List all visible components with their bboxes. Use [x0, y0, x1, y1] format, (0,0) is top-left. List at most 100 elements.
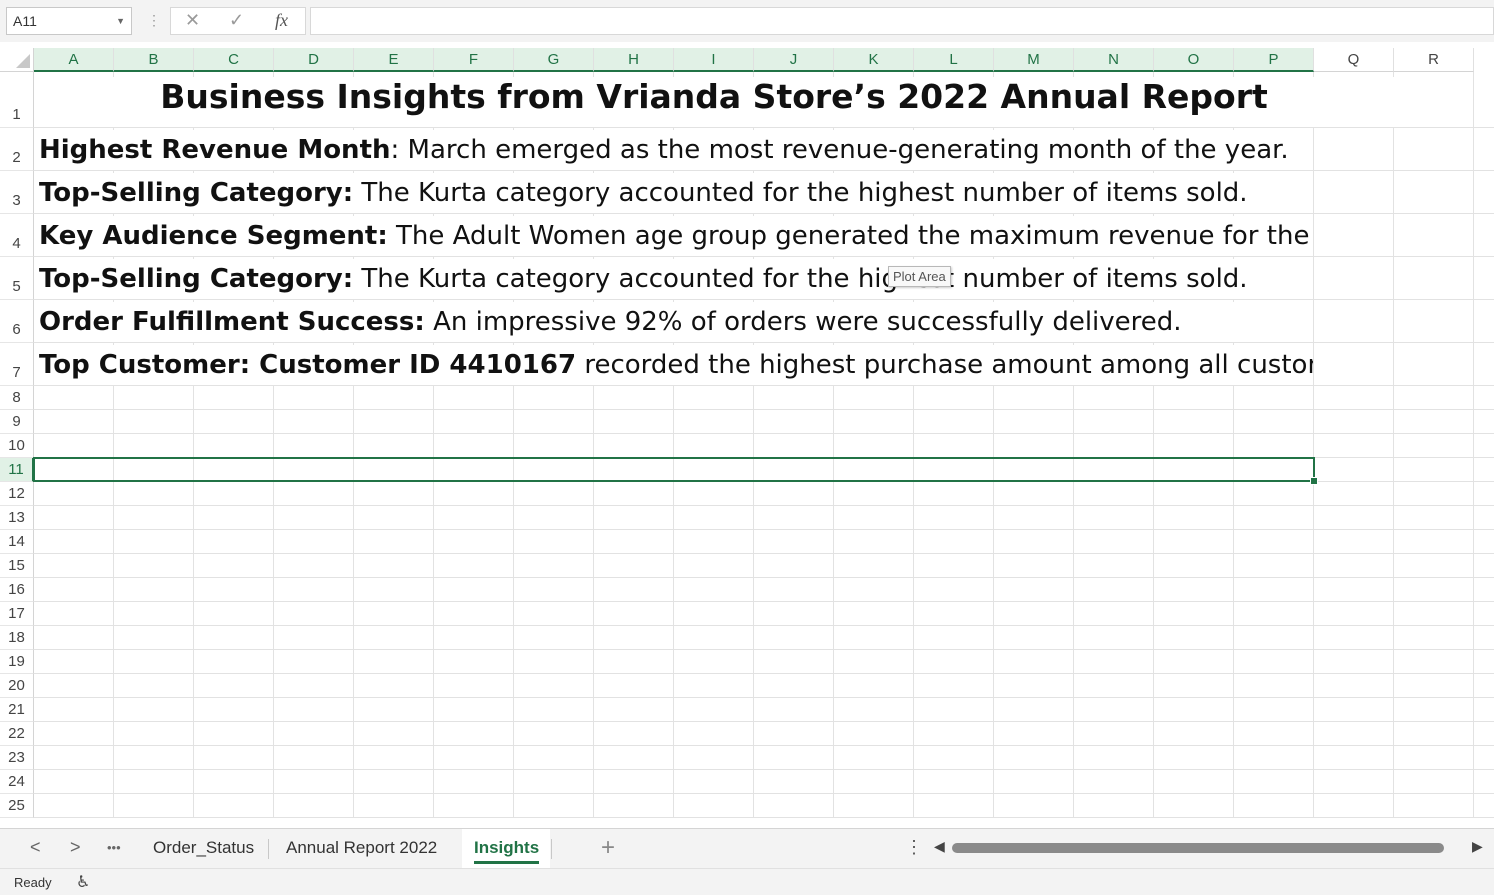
column-header-n[interactable]: N	[1074, 48, 1154, 72]
row-header-14[interactable]: 14	[0, 530, 34, 554]
gridline	[34, 601, 1494, 602]
column-header-q[interactable]: Q	[1314, 48, 1394, 72]
gridline	[34, 553, 1494, 554]
insight-row[interactable]: Highest Revenue Month: March emerged as …	[39, 130, 1313, 170]
gridline	[34, 127, 1494, 128]
sheet-tab-bar: < > ••• Order_Status Annual Report 2022 …	[0, 828, 1494, 869]
column-header-i[interactable]: I	[674, 48, 754, 72]
row-header-2[interactable]: 2	[0, 128, 34, 171]
insight-label: Order Fulfillment Success:	[39, 307, 425, 337]
insight-row[interactable]: Top-Selling Category: The Kurta category…	[39, 173, 1313, 213]
tab-order-status[interactable]: Order_Status	[153, 838, 254, 858]
gridline	[34, 697, 1494, 698]
tab-annual-report-2022[interactable]: Annual Report 2022	[286, 838, 437, 858]
column-header-l[interactable]: L	[914, 48, 994, 72]
column-header-f[interactable]: F	[434, 48, 514, 72]
column-header-c[interactable]: C	[194, 48, 274, 72]
gridline	[34, 577, 1494, 578]
status-bar: Ready ♿︎	[0, 868, 1494, 895]
formula-input[interactable]	[310, 7, 1494, 35]
horizontal-scrollbar[interactable]: ◀ ▶	[930, 837, 1488, 859]
scroll-right-icon[interactable]: ▶	[1472, 838, 1483, 855]
formula-buttons: ✕ ✓ fx	[170, 7, 306, 35]
column-header-k[interactable]: K	[834, 48, 914, 72]
row-header-5[interactable]: 5	[0, 257, 34, 300]
insight-label: Top-Selling Category:	[39, 178, 354, 208]
gridline	[34, 529, 1494, 530]
row-header-4[interactable]: 4	[0, 214, 34, 257]
gridline	[34, 745, 1494, 746]
row-header-22[interactable]: 22	[0, 722, 34, 746]
selected-cell-a11[interactable]	[33, 457, 1318, 485]
scroll-left-icon[interactable]: ◀	[934, 838, 945, 855]
row-header-16[interactable]: 16	[0, 578, 34, 602]
gridline	[1473, 72, 1474, 818]
row-header-12[interactable]: 12	[0, 482, 34, 506]
gridline	[34, 793, 1494, 794]
insight-text: The Adult Women age group generated the …	[396, 221, 1313, 251]
insight-label: Key Audience Segment:	[39, 221, 388, 251]
more-options-icon[interactable]: ⋮	[147, 12, 161, 29]
next-sheet-icon[interactable]: >	[70, 837, 81, 858]
row-header-1[interactable]: 1	[0, 72, 34, 128]
cancel-icon[interactable]: ✕	[185, 10, 200, 31]
enter-icon[interactable]: ✓	[229, 10, 244, 31]
column-header-g[interactable]: G	[514, 48, 594, 72]
row-header-23[interactable]: 23	[0, 746, 34, 770]
column-header-r[interactable]: R	[1394, 48, 1474, 72]
accessibility-check-icon[interactable]: ♿︎	[76, 872, 90, 892]
column-header-h[interactable]: H	[594, 48, 674, 72]
gridline	[34, 170, 1494, 171]
name-box[interactable]: A11 ▼	[6, 7, 132, 35]
column-header-d[interactable]: D	[274, 48, 354, 72]
insight-text: recorded the highest purchase amount amo…	[584, 350, 1313, 380]
insert-function-icon[interactable]: fx	[275, 10, 288, 31]
gridline	[34, 213, 1494, 214]
row-header-13[interactable]: 13	[0, 506, 34, 530]
gridline	[34, 409, 1494, 410]
row-header-11[interactable]: 11	[0, 458, 34, 482]
tab-options-icon[interactable]: ⋮	[905, 837, 923, 858]
column-header-m[interactable]: M	[994, 48, 1074, 72]
insight-row[interactable]: Top-Selling Category: The Kurta category…	[39, 259, 1313, 299]
gridline	[34, 299, 1494, 300]
scrollbar-thumb[interactable]	[952, 843, 1444, 853]
row-header-3[interactable]: 3	[0, 171, 34, 214]
tab-insights[interactable]: Insights	[474, 838, 540, 864]
row-header-6[interactable]: 6	[0, 300, 34, 343]
chevron-down-icon[interactable]: ▼	[116, 8, 125, 34]
gridline	[34, 256, 1494, 257]
row-header-25[interactable]: 25	[0, 794, 34, 818]
row-header-24[interactable]: 24	[0, 770, 34, 794]
insight-text: The Kurta category accounted for the hig…	[361, 264, 1248, 294]
insight-label: Top-Selling Category:	[39, 264, 354, 294]
column-header-j[interactable]: J	[754, 48, 834, 72]
column-header-o[interactable]: O	[1154, 48, 1234, 72]
gridline	[34, 342, 1494, 343]
row-header-8[interactable]: 8	[0, 386, 34, 410]
prev-sheet-icon[interactable]: <	[30, 837, 41, 858]
row-header-10[interactable]: 10	[0, 434, 34, 458]
insight-row[interactable]: Order Fulfillment Success: An impressive…	[39, 302, 1313, 342]
insight-row[interactable]: Top Customer: Customer ID 4410167 record…	[39, 345, 1313, 385]
insight-text: The Kurta category accounted for the hig…	[361, 178, 1248, 208]
row-header-21[interactable]: 21	[0, 698, 34, 722]
row-header-20[interactable]: 20	[0, 674, 34, 698]
column-header-e[interactable]: E	[354, 48, 434, 72]
gridline	[34, 769, 1494, 770]
row-header-19[interactable]: 19	[0, 650, 34, 674]
add-sheet-icon[interactable]: +	[601, 834, 615, 862]
row-header-18[interactable]: 18	[0, 626, 34, 650]
row-header-9[interactable]: 9	[0, 410, 34, 434]
column-header-a[interactable]: A	[34, 48, 114, 72]
more-sheets-icon[interactable]: •••	[107, 840, 121, 855]
column-header-b[interactable]: B	[114, 48, 194, 72]
row-header-17[interactable]: 17	[0, 602, 34, 626]
insight-row[interactable]: Key Audience Segment: The Adult Women ag…	[39, 216, 1313, 256]
worksheet-grid[interactable]: A B C D E F G H I J K L M N O P Q R 1 2 3 4 5 6 7 8 9 10 11 12 13 14 15 1…	[0, 48, 1494, 828]
column-header-p[interactable]: P	[1234, 48, 1314, 72]
select-all-button[interactable]	[0, 48, 34, 72]
row-header-7[interactable]: 7	[0, 343, 34, 386]
gridline	[34, 649, 1494, 650]
row-header-15[interactable]: 15	[0, 554, 34, 578]
